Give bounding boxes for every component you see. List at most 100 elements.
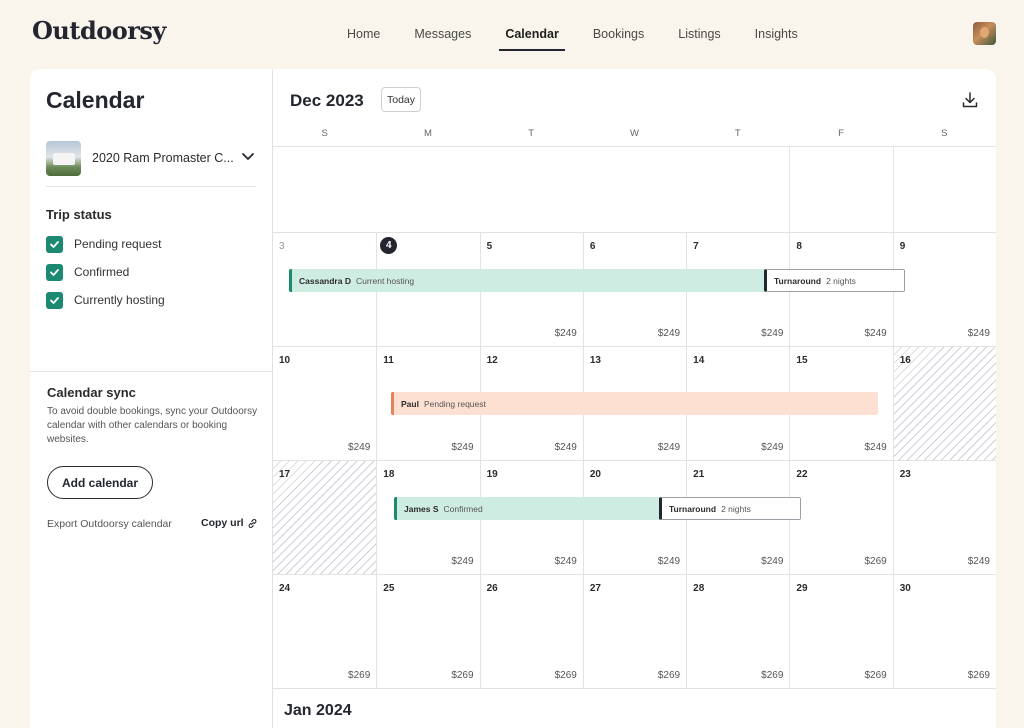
nightly-price: $269 bbox=[451, 670, 474, 681]
booking-status-text: Pending request bbox=[423, 398, 486, 409]
calendar-week-row: 17 18 $249 19 $249 20 $249 21 $249 22 $269 23 $249 Ja… bbox=[273, 461, 996, 575]
page-title: Calendar bbox=[46, 87, 145, 113]
day-number: 15 bbox=[796, 355, 808, 366]
nav-item-messages[interactable]: Messages bbox=[397, 0, 488, 68]
outdoorsy-logo[interactable]: Outdoorsy bbox=[32, 16, 166, 45]
day-number: 24 bbox=[279, 583, 291, 594]
copy-url-link[interactable]: Copy url bbox=[201, 517, 258, 529]
nav-item-insights[interactable]: Insights bbox=[738, 0, 815, 68]
nightly-price: $249 bbox=[761, 556, 784, 567]
vehicle-selector[interactable]: 2020 Ram Promaster C... bbox=[46, 140, 256, 176]
booking-status-text: 2 nights bbox=[721, 503, 751, 514]
calendar-day[interactable]: 30 $269 bbox=[892, 575, 996, 688]
booking-bar-turnaround[interactable]: Turnaround 2 nights bbox=[764, 269, 905, 292]
nightly-price: $249 bbox=[657, 442, 681, 453]
nav-item-bookings[interactable]: Bookings bbox=[576, 0, 661, 68]
calendar-day[interactable]: 27 $269 bbox=[582, 575, 686, 688]
booking-bar-hosting[interactable]: Cassandra D Current hosting bbox=[289, 269, 765, 292]
booking-status-text: Confirmed bbox=[443, 503, 483, 514]
checkbox-checked-icon[interactable] bbox=[46, 291, 63, 309]
nightly-price: $249 bbox=[657, 556, 681, 567]
nightly-price: $269 bbox=[864, 556, 887, 567]
weekday-label: T bbox=[734, 128, 741, 139]
calendar-day[interactable]: 28 $269 bbox=[686, 575, 789, 688]
nightly-price: $249 bbox=[554, 328, 577, 339]
calendar-day-empty bbox=[892, 147, 996, 232]
status-checkbox-confirmed[interactable]: Confirmed bbox=[46, 263, 129, 281]
status-label: Pending request bbox=[74, 237, 162, 251]
calendar-sync-description: To avoid double bookings, sync your Outd… bbox=[47, 406, 258, 445]
vehicle-name: 2020 Ram Promaster C... bbox=[92, 151, 234, 165]
calendar-day[interactable]: 9 $249 bbox=[892, 233, 996, 346]
weekday-label: T bbox=[528, 128, 535, 139]
nav-item-listings[interactable]: Listings bbox=[661, 0, 737, 68]
weekday-label: S bbox=[941, 128, 948, 139]
add-calendar-button[interactable]: Add calendar bbox=[47, 466, 153, 499]
calendar-day-empty bbox=[480, 147, 583, 232]
day-number: 13 bbox=[589, 355, 601, 366]
booking-bar-turnaround[interactable]: Turnaround 2 nights bbox=[659, 497, 801, 520]
status-label: Confirmed bbox=[74, 265, 130, 279]
calendar-day[interactable]: 10 $249 bbox=[273, 347, 376, 460]
day-number: 10 bbox=[279, 355, 291, 366]
user-avatar[interactable] bbox=[973, 22, 996, 45]
day-number: 3 bbox=[279, 241, 285, 252]
nightly-price: $269 bbox=[761, 670, 784, 681]
calendar-day-empty bbox=[583, 147, 686, 232]
calendar-panel: Dec 2023 Today S M T W T F S 3 4 5 $249 6 $249 7 $249… bbox=[273, 69, 996, 728]
day-number: 29 bbox=[796, 583, 808, 594]
booking-guest-name: Turnaround bbox=[669, 503, 717, 514]
calendar-day[interactable]: 24 $269 bbox=[273, 575, 376, 688]
booking-status-text: 2 nights bbox=[826, 275, 856, 286]
nightly-price: $249 bbox=[967, 328, 990, 339]
calendar-week-row: 10 $249 11 $249 12 $249 13 $249 14 $249 15 $249 16 Pa… bbox=[273, 347, 996, 461]
day-number: 14 bbox=[693, 355, 705, 366]
weekday-label: M bbox=[423, 128, 432, 139]
today-day-number: 4 bbox=[380, 237, 398, 254]
calendar-day-blocked[interactable]: 16 bbox=[892, 347, 996, 460]
nightly-price: $269 bbox=[967, 670, 990, 681]
day-number: 17 bbox=[279, 469, 291, 480]
weekday-header: SMTWTFS bbox=[273, 125, 996, 147]
nightly-price: $249 bbox=[864, 442, 887, 453]
nightly-price: $249 bbox=[554, 442, 577, 453]
booking-bar-pending[interactable]: Paul Pending request bbox=[391, 392, 878, 415]
nightly-price: $249 bbox=[967, 556, 990, 567]
status-checkbox-hosting[interactable]: Currently hosting bbox=[46, 291, 165, 309]
calendar-day[interactable]: 26 $269 bbox=[479, 575, 583, 688]
nav-item-home[interactable]: Home bbox=[330, 0, 397, 68]
weekday-label: F bbox=[838, 128, 844, 139]
download-icon[interactable] bbox=[960, 90, 980, 110]
day-number: 9 bbox=[899, 241, 906, 252]
trip-status-title: Trip status bbox=[46, 207, 112, 222]
status-checkbox-pending[interactable]: Pending request bbox=[46, 235, 161, 253]
booking-guest-name: Turnaround bbox=[774, 275, 822, 286]
nightly-price: $249 bbox=[451, 556, 474, 567]
top-navigation: Outdoorsy Home Messages Calendar Bookings Li… bbox=[0, 0, 1024, 68]
checkbox-checked-icon[interactable] bbox=[46, 263, 63, 281]
today-button[interactable]: Today bbox=[381, 87, 421, 112]
weekday-label: W bbox=[630, 128, 639, 139]
calendar-day[interactable]: 25 $269 bbox=[376, 575, 479, 688]
day-number: 8 bbox=[796, 241, 802, 252]
calendar-day[interactable]: 22 $269 bbox=[789, 461, 892, 574]
booking-bar-confirmed[interactable]: James S Confirmed bbox=[394, 497, 661, 520]
nightly-price: $269 bbox=[864, 670, 887, 681]
nightly-price: $249 bbox=[864, 328, 887, 339]
vehicle-thumbnail bbox=[46, 140, 81, 176]
nightly-price: $269 bbox=[348, 670, 371, 681]
calendar-day-empty bbox=[273, 147, 376, 232]
month-title: Dec 2023 bbox=[290, 91, 364, 110]
nav-item-calendar[interactable]: Calendar bbox=[488, 0, 576, 68]
sidebar: Calendar 2020 Ram Promaster C... Trip st… bbox=[30, 69, 273, 728]
booking-guest-name: James S bbox=[404, 503, 439, 514]
chevron-down-icon[interactable] bbox=[241, 149, 255, 163]
calendar-day[interactable]: 23 $249 bbox=[892, 461, 996, 574]
checkbox-checked-icon[interactable] bbox=[46, 235, 63, 253]
calendar-grid: 3 4 5 $249 6 $249 7 $249 8 $249 9 $249 Cassandra D Cu… bbox=[273, 147, 996, 689]
day-number: 16 bbox=[899, 355, 911, 366]
calendar-day-blocked[interactable]: 17 bbox=[273, 461, 377, 574]
calendar-day[interactable]: 29 $269 bbox=[789, 575, 892, 688]
weekday-label: S bbox=[321, 128, 328, 139]
divider bbox=[30, 371, 272, 372]
